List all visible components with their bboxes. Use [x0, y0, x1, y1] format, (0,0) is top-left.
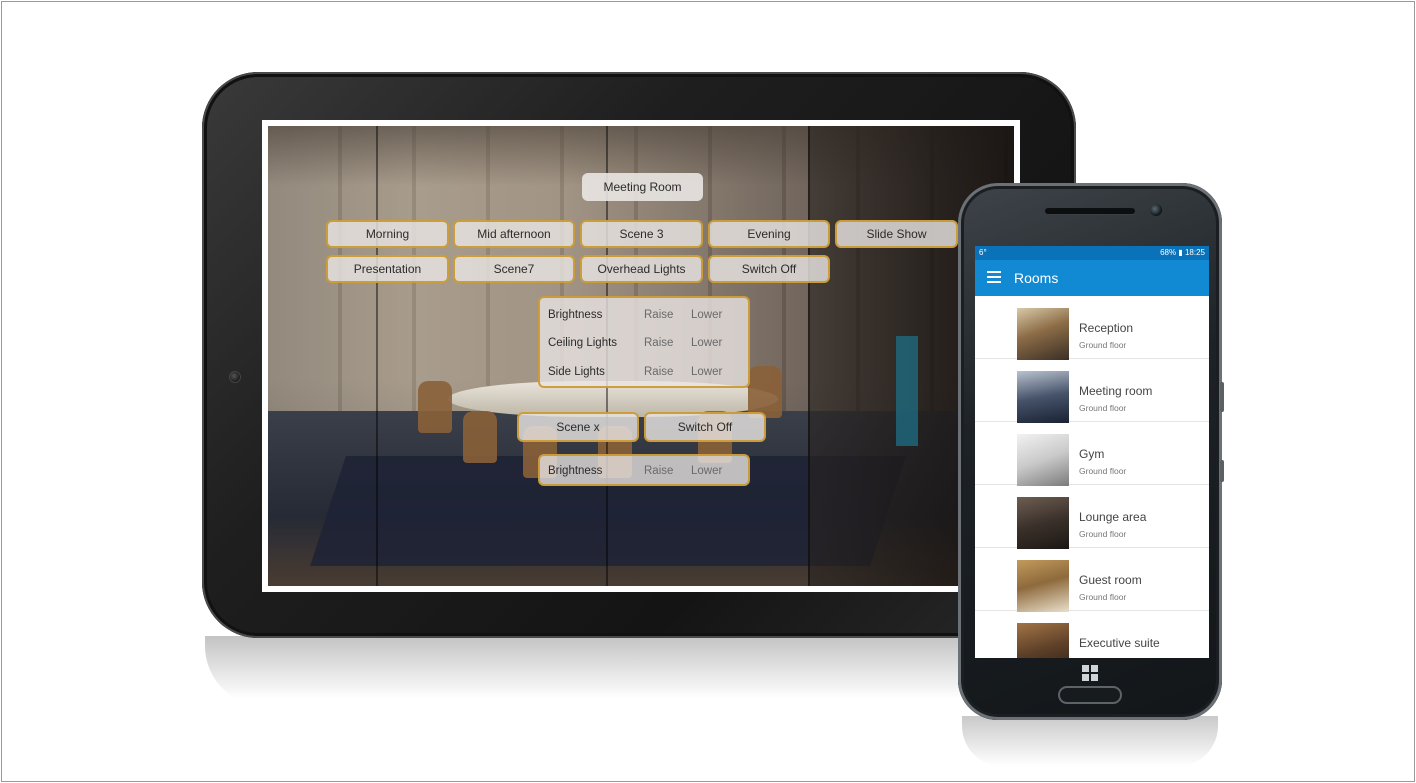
- room-name: Meeting room: [1079, 384, 1153, 398]
- status-battery-time: 68% ▮ 18:25: [1160, 248, 1205, 257]
- lower-button[interactable]: Lower: [691, 362, 722, 382]
- power-button: [1220, 460, 1224, 482]
- room-thumbnail: [1017, 623, 1069, 658]
- raise-button[interactable]: Raise: [644, 305, 673, 325]
- phone-reflection: [962, 716, 1218, 766]
- room-title: Meeting Room: [582, 173, 703, 201]
- raise-button[interactable]: Raise: [644, 461, 673, 481]
- volume-button: [1220, 382, 1224, 412]
- room-list-item[interactable]: Gym Ground floor: [975, 422, 1209, 486]
- room-thumbnail: [1017, 371, 1069, 423]
- status-bar: 6° 68% ▮ 18:25: [975, 246, 1209, 260]
- light-control-row-brightness: Brightness Raise Lower: [540, 305, 748, 325]
- scene-button-scene7[interactable]: Scene7: [453, 255, 575, 283]
- scene-button-overhead-lights[interactable]: Overhead Lights: [580, 255, 703, 283]
- scene-button-evening[interactable]: Evening: [708, 220, 830, 248]
- room-thumbnail: [1017, 497, 1069, 549]
- room-floor: Ground floor: [1079, 466, 1127, 476]
- scene-button-scene-3[interactable]: Scene 3: [580, 220, 703, 248]
- scene-button-slide-show[interactable]: Slide Show: [835, 220, 958, 248]
- scene-button-mid-afternoon[interactable]: Mid afternoon: [453, 220, 575, 248]
- room-background-chair: [418, 381, 452, 433]
- phone-speaker: [1045, 208, 1135, 214]
- phone-screen: 6° 68% ▮ 18:25 Rooms Reception Ground fl…: [975, 246, 1209, 658]
- room-list-item[interactable]: Executive suite: [975, 611, 1209, 658]
- light-control-label: Brightness: [548, 309, 603, 321]
- room-list-item[interactable]: Reception Ground floor: [975, 296, 1209, 360]
- room-background-accent: [896, 336, 918, 446]
- lower-button[interactable]: Lower: [691, 305, 722, 325]
- room-name: Executive suite: [1079, 636, 1160, 650]
- room-list-item[interactable]: Guest room Ground floor: [975, 548, 1209, 612]
- secondary-light-control-panel: Brightness Raise Lower: [538, 454, 750, 486]
- room-list-item[interactable]: Meeting room Ground floor: [975, 359, 1209, 423]
- room-floor: Ground floor: [1079, 592, 1127, 602]
- switch-off-button-secondary[interactable]: Switch Off: [644, 412, 766, 442]
- room-name: Lounge area: [1079, 510, 1147, 524]
- room-thumbnail: [1017, 434, 1069, 486]
- light-control-label: Ceiling Lights: [548, 337, 618, 349]
- room-name: Reception: [1079, 321, 1134, 335]
- room-floor: Ground floor: [1079, 529, 1127, 539]
- light-control-row-ceiling-lights: Ceiling Lights Raise Lower: [540, 333, 748, 353]
- room-name: Gym: [1079, 447, 1105, 461]
- scene-button-presentation[interactable]: Presentation: [326, 255, 449, 283]
- room-list-item[interactable]: Lounge area Ground floor: [975, 485, 1209, 549]
- room-background-chair: [463, 411, 497, 463]
- room-thumbnail: [1017, 560, 1069, 612]
- scene-button-switch-off[interactable]: Switch Off: [708, 255, 830, 283]
- app-title: Rooms: [1014, 270, 1059, 286]
- room-background-glass: [808, 126, 810, 586]
- light-control-row-side-lights: Side Lights Raise Lower: [540, 362, 748, 382]
- room-background-glass: [376, 126, 378, 586]
- scene-button-morning[interactable]: Morning: [326, 220, 449, 248]
- room-floor: Ground floor: [1079, 403, 1127, 413]
- app-bar: Rooms: [975, 260, 1209, 296]
- tablet-camera-icon: [229, 371, 241, 383]
- tablet-reflection: [205, 636, 1075, 706]
- windows-logo-icon[interactable]: [1082, 665, 1098, 681]
- menu-icon[interactable]: [987, 271, 1001, 283]
- light-control-panel: Brightness Raise Lower Ceiling Lights Ra…: [538, 296, 750, 388]
- raise-button[interactable]: Raise: [644, 333, 673, 353]
- lower-button[interactable]: Lower: [691, 333, 722, 353]
- room-name: Guest room: [1079, 573, 1142, 587]
- light-control-label: Brightness: [548, 465, 603, 477]
- raise-button[interactable]: Raise: [644, 362, 673, 382]
- room-thumbnail: [1017, 308, 1069, 360]
- scene-x-button[interactable]: Scene x: [517, 412, 639, 442]
- light-control-row-brightness: Brightness Raise Lower: [540, 461, 748, 481]
- room-floor: Ground floor: [1079, 340, 1127, 350]
- status-temperature: 6°: [979, 248, 987, 257]
- home-button[interactable]: [1058, 686, 1122, 704]
- room-background-chair: [748, 366, 782, 418]
- lower-button[interactable]: Lower: [691, 461, 722, 481]
- phone-camera-icon: [1150, 204, 1162, 216]
- light-control-label: Side Lights: [548, 366, 605, 378]
